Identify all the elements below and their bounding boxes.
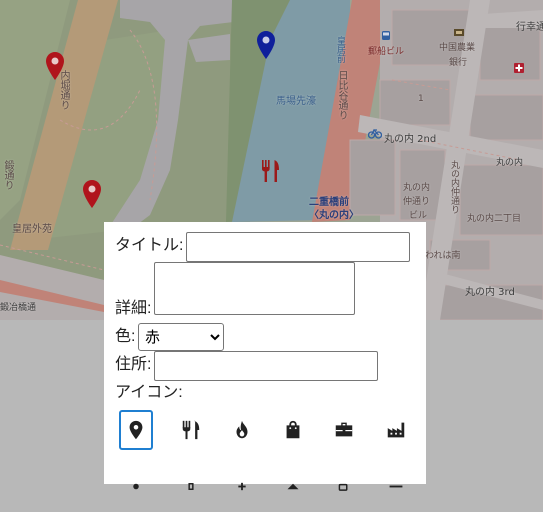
person-icon: [133, 483, 139, 490]
marker-edit-form: タイトル: 詳細: 色: 赤 住所: アイコン:: [104, 222, 426, 491]
gas-station-icon: [338, 483, 348, 491]
building-label-biru: ビル: [409, 211, 428, 221]
icon-option-bottle[interactable]: [174, 472, 208, 512]
home-icon: [287, 483, 299, 490]
map-marker-red-1[interactable]: [46, 52, 64, 80]
fire-icon: [236, 420, 248, 439]
icon-option-gas[interactable]: [327, 472, 361, 512]
title-input[interactable]: [186, 232, 410, 262]
icon-option-utensils[interactable]: [174, 410, 208, 450]
overlay-edge-text: [0, 474, 40, 484]
moat-label: 馬場先濠: [276, 96, 316, 107]
icon-option-briefcase[interactable]: [327, 410, 361, 450]
bank-icon: [454, 29, 464, 36]
icon-label: アイコン:: [115, 384, 183, 401]
road-label-marunouchi3: 丸の内 3rd: [465, 287, 515, 298]
color-label: 色:: [115, 328, 136, 345]
bicycle-icon: [368, 128, 382, 139]
building-label-wareha: われは南: [425, 251, 461, 261]
title-label: タイトル:: [115, 237, 184, 254]
icon-option-industry[interactable]: [379, 410, 413, 450]
area-label-nichome: 丸の内二丁目: [467, 214, 522, 224]
address-input[interactable]: [154, 351, 378, 381]
road-label-marunouchi: 丸の内: [496, 158, 524, 168]
restaurant-marker-icon[interactable]: [260, 158, 282, 184]
icon-option-person[interactable]: [119, 472, 153, 512]
road-label-marunouchi2: 丸の内 2nd: [384, 134, 437, 145]
icon-option-fire[interactable]: [225, 410, 259, 450]
icon-option-shopping-bag[interactable]: [276, 410, 310, 450]
briefcase-icon: [335, 422, 353, 437]
bus-icon: [382, 31, 390, 40]
shopping-bag-icon: [286, 420, 300, 439]
icon-option-medical[interactable]: [225, 472, 259, 512]
building-label-ginko: 銀行: [449, 58, 468, 68]
map-marker-blue[interactable]: [257, 31, 275, 59]
icon-option-map-marker[interactable]: [119, 410, 153, 450]
building-label-one: 1: [418, 94, 424, 104]
road-label-ginzabashi: 鍛冶橋通: [0, 303, 37, 313]
station-label-sub: 〈丸の内〉: [309, 210, 359, 221]
road-label-hibiya: 日比谷通り: [336, 70, 347, 120]
color-select[interactable]: 赤: [138, 323, 224, 351]
medical-icon: [238, 482, 246, 491]
park-label-kokyo: 皇居外苑: [12, 224, 52, 235]
icon-option-home[interactable]: [276, 472, 310, 512]
bottle-icon: [188, 483, 194, 490]
hospital-icon: [514, 63, 524, 73]
building-label-nakadori: 仲通り: [403, 197, 431, 207]
address-label: 住所:: [115, 356, 152, 373]
building-label-marunouchi: 丸の内: [403, 183, 431, 193]
map-marker-red-2[interactable]: [83, 180, 101, 208]
icon-option-list[interactable]: [379, 472, 413, 512]
road-label-left: 鍛通り: [2, 160, 13, 190]
building-label-chugoku: 中国農業: [439, 43, 476, 53]
road-label-gyokobashi: 行幸通: [516, 22, 543, 33]
industry-icon: [387, 422, 405, 438]
area-label-kokyomae: 皇居前: [335, 36, 345, 63]
list-icon: [389, 485, 403, 488]
detail-textarea[interactable]: [154, 262, 355, 315]
detail-label: 詳細:: [115, 300, 152, 317]
utensils-icon: [182, 420, 200, 440]
building-label-yusen: 郵船ビル: [368, 47, 405, 57]
road-label-nakadori: 丸の内仲通り: [449, 160, 459, 214]
map-marker-icon: [129, 420, 143, 440]
